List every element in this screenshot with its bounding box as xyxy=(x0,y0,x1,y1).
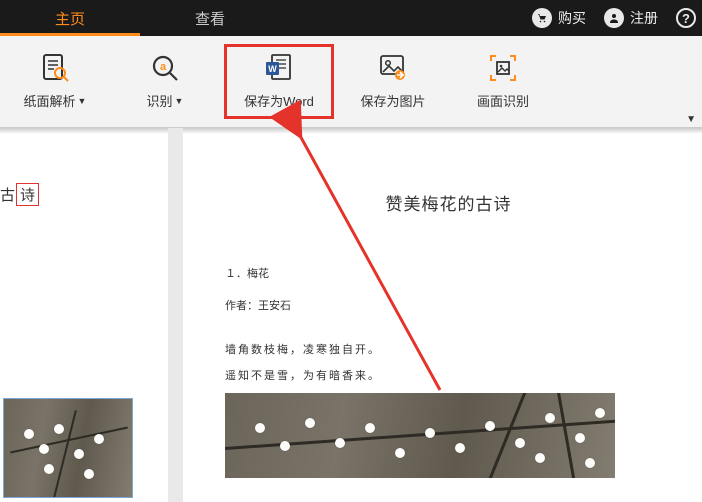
tool-recognize-label: 识别 xyxy=(147,91,173,110)
caret-down-icon: ▼ xyxy=(175,96,184,106)
tab-view-label: 查看 xyxy=(195,8,225,29)
tab-view[interactable]: 查看 xyxy=(140,0,280,36)
buy-label: 购买 xyxy=(558,8,586,28)
doc-section: １．梅花 xyxy=(225,265,672,281)
register-button[interactable]: 注册 xyxy=(604,8,658,28)
screen-ocr-icon xyxy=(488,53,518,83)
tool-screen-ocr[interactable]: 画面识别 xyxy=(448,53,558,110)
doc-author-label: 作者： xyxy=(225,300,258,312)
tabbar-right: 购买 注册 ? xyxy=(532,0,702,36)
cart-icon xyxy=(532,8,552,28)
tool-parse[interactable]: 纸面解析▼ xyxy=(0,53,110,110)
recognize-icon: a xyxy=(150,53,180,83)
doc-line-2: 遥知不是雪，为有暗香来。 xyxy=(225,367,672,383)
help-icon[interactable]: ? xyxy=(676,8,696,28)
tool-save-word[interactable]: W 保存为Word xyxy=(224,44,334,119)
tool-save-image-label: 保存为图片 xyxy=(360,91,425,110)
tab-home[interactable]: 主页 xyxy=(0,0,140,36)
tool-recognize[interactable]: a 识别▼ xyxy=(110,53,220,110)
right-pane: 赞美梅花的古诗 １．梅花 作者：王安石 墙角数枝梅，凌寒独自开。 遥知不是雪，为… xyxy=(182,128,702,502)
left-title-a: 古 xyxy=(0,187,15,204)
word-icon: W xyxy=(264,53,294,83)
left-doc-title: 古诗 xyxy=(0,183,39,206)
toolbar: 纸面解析▼ a 识别▼ W 保存为Word 保存为图片 画面识别 ▼ xyxy=(0,36,702,128)
tool-parse-label: 纸面解析 xyxy=(24,91,76,110)
caret-down-icon: ▼ xyxy=(78,96,87,106)
parse-icon xyxy=(40,53,70,83)
doc-line-1: 墙角数枝梅，凌寒独自开。 xyxy=(225,341,672,357)
left-thumbnail[interactable] xyxy=(3,398,133,498)
user-icon xyxy=(604,8,624,28)
content-area: 古诗 赞美梅花的古诗 １．梅花 作者：王安石 墙角数枝梅，凌寒独自开。 遥知不是… xyxy=(0,128,702,502)
tool-save-image[interactable]: 保存为图片 xyxy=(338,53,448,110)
doc-author-name: 王安石 xyxy=(258,300,291,312)
doc-image xyxy=(225,393,615,478)
doc-author: 作者：王安石 xyxy=(225,297,672,313)
image-icon xyxy=(378,53,408,83)
tab-bar: 主页 查看 购买 注册 ? xyxy=(0,0,702,36)
left-pane: 古诗 xyxy=(0,128,182,502)
left-title-b: 诗 xyxy=(16,183,39,206)
document-preview: 赞美梅花的古诗 １．梅花 作者：王安石 墙角数枝梅，凌寒独自开。 遥知不是雪，为… xyxy=(183,128,702,478)
tab-home-label: 主页 xyxy=(55,8,85,29)
tool-screen-ocr-label: 画面识别 xyxy=(477,91,529,110)
svg-text:W: W xyxy=(268,64,277,74)
svg-text:a: a xyxy=(160,61,167,73)
doc-title: 赞美梅花的古诗 xyxy=(225,190,672,215)
tool-save-word-label: 保存为Word xyxy=(244,91,314,110)
toolbar-more-caret[interactable]: ▼ xyxy=(686,114,696,125)
buy-button[interactable]: 购买 xyxy=(532,8,586,28)
register-label: 注册 xyxy=(630,8,658,28)
